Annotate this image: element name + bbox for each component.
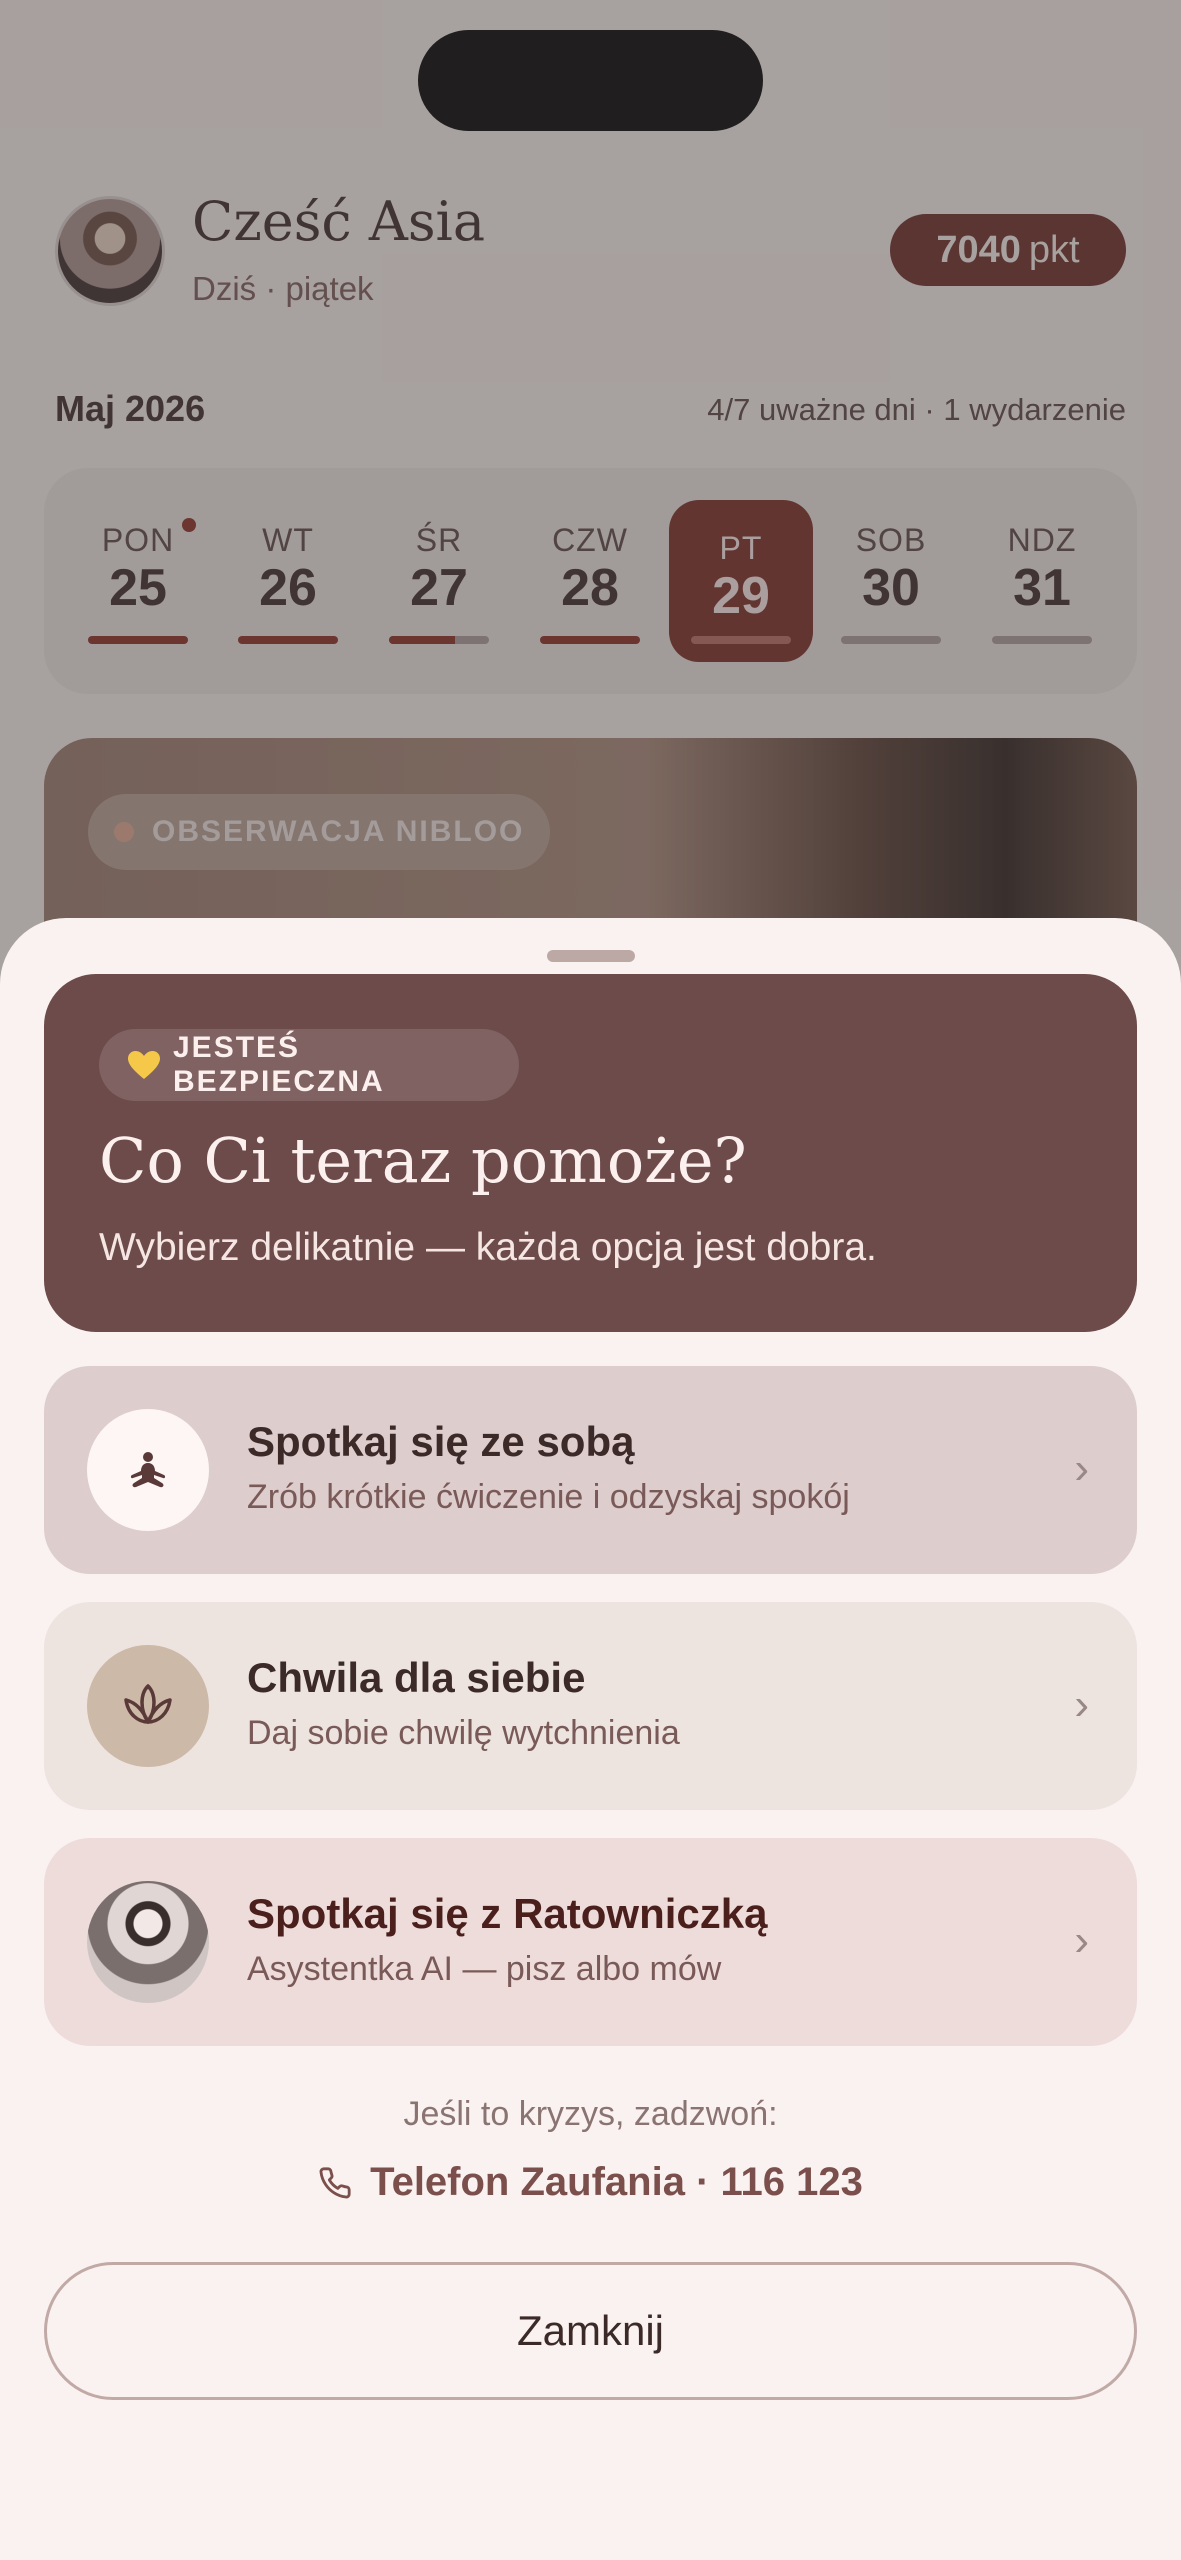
- option-title: Chwila dla siebie: [247, 1654, 586, 1701]
- safe-badge: JESTEŚ BEZPIECZNA: [99, 1029, 519, 1101]
- sheet-drag-handle[interactable]: [547, 950, 635, 962]
- option-subtitle: Asystentka AI — pisz albo mów: [247, 1950, 722, 1988]
- sheet-title: Co Ci teraz pomoże?: [99, 1124, 747, 1197]
- hotline-label: Telefon Zaufania · 116 123: [370, 2160, 863, 2204]
- crisis-text: Jeśli to kryzys, zadzwoń:: [403, 2095, 778, 2133]
- option-subtitle: Daj sobie chwilę wytchnienia: [247, 1714, 680, 1752]
- yellow-heart-icon: [127, 1050, 161, 1080]
- lotus-icon: [87, 1645, 209, 1767]
- option-title: Spotkaj się ze sobą: [247, 1418, 635, 1465]
- close-button[interactable]: Zamknij: [44, 2262, 1137, 2400]
- chevron-right-icon: ›: [1074, 1444, 1089, 1493]
- option-moment-for-yourself[interactable]: Chwila dla siebie Daj sobie chwilę wytch…: [44, 1602, 1137, 1810]
- meditation-icon: [87, 1409, 209, 1531]
- option-title: Spotkaj się z Ratowniczką: [247, 1890, 768, 1937]
- assistant-avatar: [87, 1881, 209, 2003]
- option-meet-rescuer[interactable]: Spotkaj się z Ratowniczką Asystentka AI …: [44, 1838, 1137, 2046]
- option-subtitle: Zrób krótkie ćwiczenie i odzyskaj spokój: [247, 1478, 850, 1516]
- safe-badge-label: JESTEŚ BEZPIECZNA: [173, 1031, 385, 1098]
- sheet-subtitle: Wybierz delikatnie — każda opcja jest do…: [99, 1226, 877, 1269]
- chevron-right-icon: ›: [1074, 1916, 1089, 1965]
- phone-icon: [319, 2166, 351, 2198]
- chevron-right-icon: ›: [1074, 1680, 1089, 1729]
- hotline-link[interactable]: Telefon Zaufania · 116 123: [0, 2160, 1181, 2205]
- option-meet-yourself[interactable]: Spotkaj się ze sobą Zrób krótkie ćwiczen…: [44, 1366, 1137, 1574]
